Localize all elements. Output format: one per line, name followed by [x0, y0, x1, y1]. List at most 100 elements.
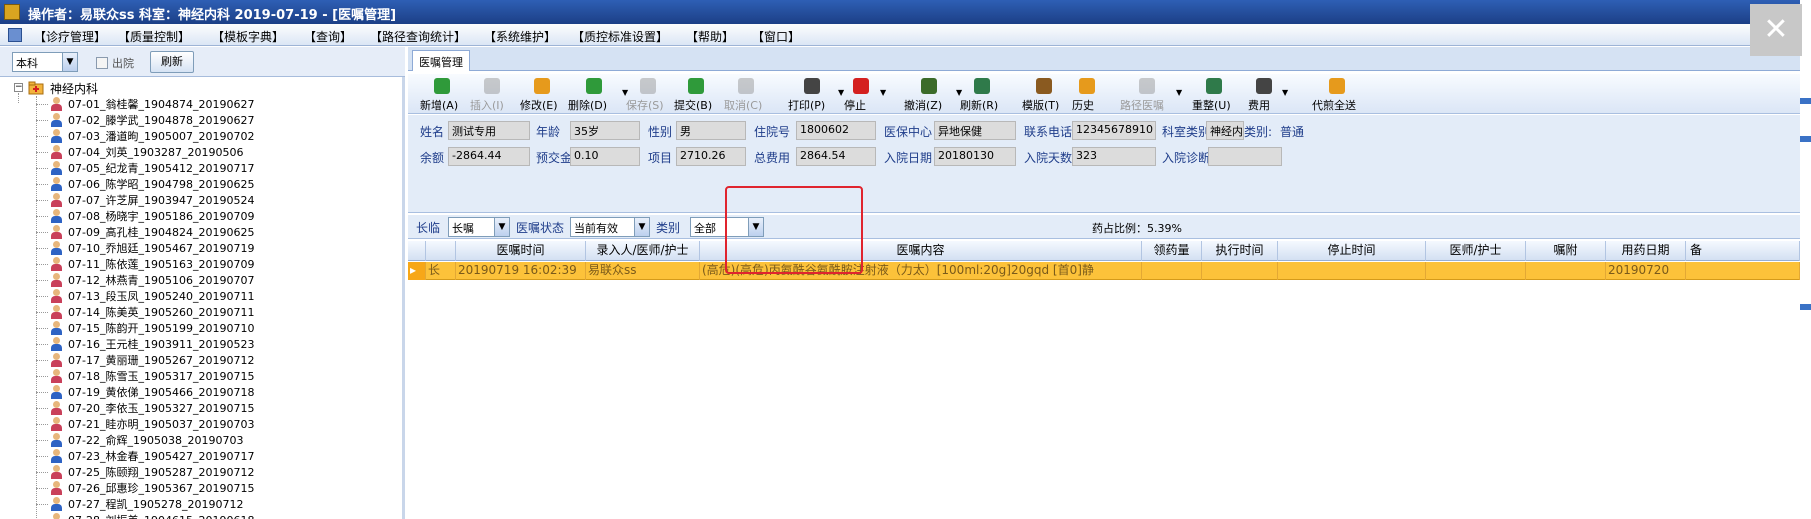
total-fee-label: 总费用 — [754, 151, 791, 165]
patient-tree-item[interactable]: 07-05_纪龙青_1905412_20190717 — [68, 160, 254, 176]
menu-template-dict[interactable]: 【模板字典】 — [212, 28, 284, 45]
patient-tree-item[interactable]: 07-15_陈韵开_1905199_20190710 — [68, 320, 254, 336]
patient-tree-item[interactable]: 07-03_潘道昫_1905007_20190702 — [68, 128, 254, 144]
patient-panel-toolbar: 本科 ▼ 出院 刷新 — [0, 47, 405, 77]
grid-col-stop-time[interactable]: 停止时间 — [1278, 241, 1426, 261]
menu-app-icon[interactable] — [8, 28, 22, 42]
menu-qc-standards[interactable]: 【质控标准设置】 — [572, 28, 668, 45]
scope-select[interactable]: 本科 ▼ — [12, 52, 78, 72]
save-icon — [640, 78, 656, 94]
order-panel: 医嘱管理 新增(A) 插入(I) 修改(E) 删除(D) ▼ 保存(S) 提交(B) 取消(C… — [408, 47, 1800, 519]
patient-icon — [50, 497, 63, 511]
history-button[interactable]: 历史 — [1072, 76, 1102, 112]
stop-dropdown-icon[interactable]: ▼ — [880, 76, 888, 112]
grid-col-extra[interactable]: 备 — [1686, 241, 1800, 261]
undo-button[interactable]: 撤消(Z) — [904, 76, 954, 112]
menu-system[interactable]: 【系统维护】 — [484, 28, 556, 45]
history-button-label: 历史 — [1072, 99, 1094, 112]
menu-quality-control[interactable]: 【质量控制】 — [118, 28, 190, 45]
refresh-button[interactable]: 刷新 — [150, 51, 194, 73]
patient-tree-item[interactable]: 07-21_眭亦明_1905037_20190703 — [68, 416, 254, 432]
refresh-button[interactable]: 刷新(R) — [960, 76, 1004, 112]
menu-diagnosis[interactable]: 【诊疗管理】 — [34, 28, 106, 45]
edit-button[interactable]: 修改(E) — [520, 76, 564, 112]
patient-tree-item[interactable]: 07-22_俞辉_1905038_20190703 — [68, 432, 243, 448]
patient-tree-item[interactable]: 07-28_刘振美_1904615_20190618 — [68, 512, 254, 519]
category-value: 普通 — [1280, 125, 1305, 139]
collapse-icon[interactable]: − — [14, 83, 23, 92]
cancel-button[interactable]: 取消(C) — [724, 76, 768, 112]
chevron-down-icon[interactable]: ▼ — [634, 218, 649, 236]
balance-label: 余额 — [420, 151, 445, 165]
row-entered-by: 易联众ss — [586, 262, 700, 280]
patient-tree-item[interactable]: 07-07_许芝屏_1903947_20190524 — [68, 192, 254, 208]
patient-tree-item[interactable]: 07-23_林金春_1905427_20190717 — [68, 448, 254, 464]
term-select[interactable]: 长嘱 ▼ — [448, 217, 510, 237]
age-field: 35岁 — [570, 121, 640, 140]
row-stop-time — [1278, 262, 1426, 280]
grid-col-doctor[interactable]: 医师/护士 — [1426, 241, 1526, 261]
patient-tree-item[interactable]: 07-17_黄丽珊_1905267_20190712 — [68, 352, 254, 368]
decoct-button[interactable]: 代煎全送 — [1312, 76, 1362, 112]
patient-icon — [50, 273, 63, 287]
menu-window[interactable]: 【窗口】 — [752, 28, 800, 45]
menu-help[interactable]: 【帮助】 — [686, 28, 734, 45]
template-button[interactable]: 模版(T) — [1022, 76, 1066, 112]
patient-tree-item[interactable]: 07-20_李依玉_1905327_20190715 — [68, 400, 254, 416]
insert-button-label: 插入(I) — [470, 99, 504, 112]
grid-col-note[interactable]: 嘱附 — [1526, 241, 1606, 261]
patient-tree-item[interactable]: 07-14_陈美英_1905260_20190711 — [68, 304, 254, 320]
grid-col-time[interactable]: 医嘱时间 — [456, 241, 586, 261]
status-select[interactable]: 当前有效 ▼ — [570, 217, 650, 237]
close-button[interactable]: ✕ — [1750, 4, 1802, 56]
patient-panel: 本科 ▼ 出院 刷新 − 神经内科 07-01_翁桂馨_1904874_2019… — [0, 47, 405, 519]
table-row[interactable]: ▸ 长 20190719 16:02:39 易联众ss (高危)(高危)丙氨酰谷… — [408, 262, 1800, 280]
fee-icon — [1256, 78, 1272, 94]
save-button[interactable]: 保存(S) — [626, 76, 670, 112]
chevron-down-icon[interactable]: ▼ — [494, 218, 509, 236]
patient-icon — [50, 321, 63, 335]
insurance-label: 医保中心 — [884, 125, 933, 139]
admit-days-field: 323 — [1072, 147, 1156, 166]
add-button[interactable]: 新增(A) — [420, 76, 464, 112]
patient-tree-item[interactable]: 07-19_黄依俤_1905466_20190718 — [68, 384, 254, 400]
patient-tree-item[interactable]: 07-01_翁桂馨_1904874_20190627 — [68, 96, 254, 112]
patient-tree-item[interactable]: 07-09_高孔桂_1904824_20190625 — [68, 224, 254, 240]
submit-button[interactable]: 提交(B) — [674, 76, 718, 112]
menu-query[interactable]: 【查询】 — [304, 28, 352, 45]
grid-col-qty[interactable]: 领药量 — [1142, 241, 1202, 261]
patient-tree-item[interactable]: 07-26_邱惠珍_1905367_20190715 — [68, 480, 254, 496]
print-button[interactable]: 打印(P) — [788, 76, 836, 112]
patient-tree-item[interactable]: 07-06_陈学昭_1904798_20190625 — [68, 176, 254, 192]
grid-col-entered-by[interactable]: 录入人/医师/护士 — [586, 241, 700, 261]
patient-tree-item[interactable]: 07-13_段玉凤_1905240_20190711 — [68, 288, 254, 304]
delete-button[interactable]: 删除(D) — [568, 76, 620, 112]
phone-label: 联系电话 — [1024, 125, 1073, 139]
pathway-dropdown-icon[interactable]: ▼ — [1176, 76, 1184, 112]
menu-bar: 【诊疗管理】 【质量控制】 【模板字典】 【查询】 【路径查询统计】 【系统维护… — [0, 24, 1811, 46]
patient-tree-item[interactable]: 07-27_程凯_1905278_20190712 — [68, 496, 243, 512]
grid-col-med-date[interactable]: 用药日期 — [1606, 241, 1686, 261]
fee-dropdown-icon[interactable]: ▼ — [1282, 76, 1290, 112]
menu-pathway-stats[interactable]: 【路径查询统计】 — [370, 28, 466, 45]
patient-tree-item[interactable]: 07-18_陈雪玉_1905317_20190715 — [68, 368, 254, 384]
stop-button[interactable]: 停止 — [844, 76, 878, 112]
patient-tree-item[interactable]: 07-11_陈依莲_1905163_20190709 — [68, 256, 254, 272]
patient-tree-item[interactable]: 07-12_林燕青_1905106_20190707 — [68, 272, 254, 288]
grid-col-exec-time[interactable]: 执行时间 — [1202, 241, 1278, 261]
patient-icon — [50, 369, 63, 383]
patient-tree-item[interactable]: 07-08_杨晓宇_1905186_20190709 — [68, 208, 254, 224]
patient-tree-item[interactable]: 07-25_陈颐翔_1905287_20190712 — [68, 464, 254, 480]
tab-order-management[interactable]: 医嘱管理 — [412, 50, 470, 71]
fee-button[interactable]: 费用 — [1248, 76, 1280, 112]
tree-department-label[interactable]: 神经内科 — [50, 80, 98, 96]
patient-tree-item[interactable]: 07-16_王元桂_1903911_20190523 — [68, 336, 254, 352]
patient-tree-item[interactable]: 07-10_乔旭廷_1905467_20190719 — [68, 240, 254, 256]
chevron-down-icon[interactable]: ▼ — [62, 53, 77, 71]
patient-tree-item[interactable]: 07-04_刘英_1903287_20190506 — [68, 144, 243, 160]
reorganize-button[interactable]: 重整(U) — [1192, 76, 1236, 112]
patient-tree-item[interactable]: 07-02_滕学武_1904878_20190627 — [68, 112, 254, 128]
insert-button[interactable]: 插入(I) — [470, 76, 514, 112]
pathway-button[interactable]: 路径医嘱 — [1120, 76, 1174, 112]
discharged-checkbox[interactable] — [96, 57, 108, 69]
